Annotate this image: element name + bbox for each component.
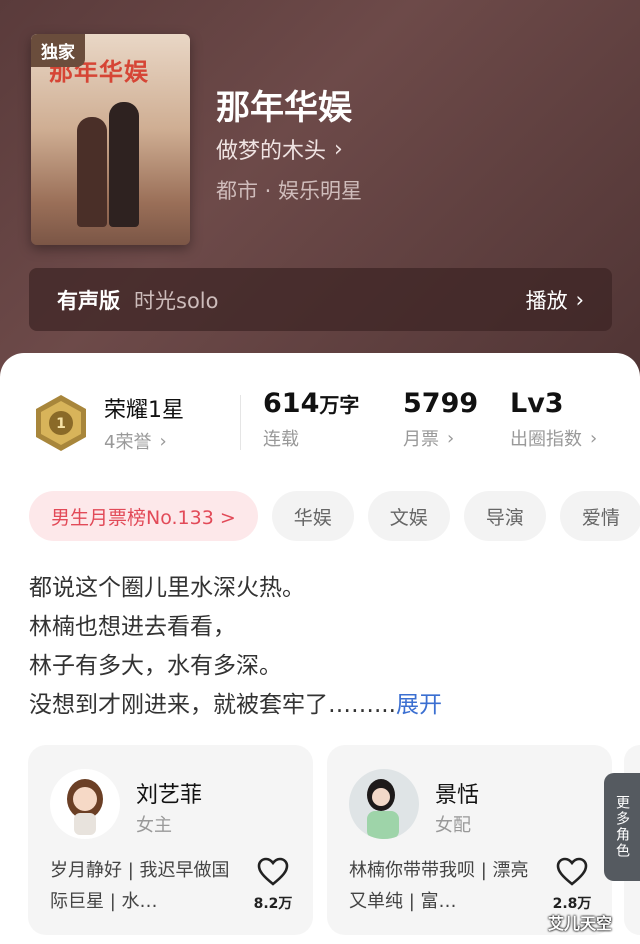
chevron-right-icon: › (447, 427, 455, 449)
watermark: 艾儿天空 (548, 914, 613, 933)
book-description: 都说这个圈儿里水深火热。 林楠也想进去看看， 林子有多大，水有多深。 没想到才刚… (29, 569, 442, 725)
popularity-level-value: Lv3 (510, 388, 564, 419)
rank-tag[interactable]: 男生月票榜No.133 > (29, 491, 258, 541)
more-roles-button[interactable]: 更多角色 (604, 773, 640, 881)
tag-row: 男生月票榜No.133 > 华娱 文娱 导演 爱情 (29, 491, 640, 541)
like-count: 8.2万 (253, 896, 293, 912)
heart-icon (556, 857, 588, 886)
description-line: 林子有多大，水有多深。 (29, 653, 282, 679)
avatar (50, 769, 120, 839)
author-link[interactable]: 做梦的木头 › (216, 133, 343, 165)
popularity-index-label: 出圈指数 (510, 429, 582, 450)
avatar (349, 769, 419, 839)
book-title: 那年华娱 (216, 88, 352, 128)
honor-title: 荣耀1星 (104, 398, 184, 423)
like-button[interactable]: 2.8万 (547, 857, 597, 913)
chevron-right-icon: › (590, 427, 598, 449)
chevron-right-icon: › (159, 430, 167, 452)
book-cover[interactable]: 那年华娱 独家 (31, 34, 190, 245)
exclusive-badge: 独家 (31, 34, 85, 67)
genre-label: 都市 · 娱乐明星 (216, 179, 363, 203)
description-line: 林楠也想进去看看， (29, 614, 236, 640)
svg-text:1: 1 (56, 416, 66, 432)
tag-chip[interactable]: 华娱 (271, 491, 354, 541)
popularity-index-stat[interactable]: Lv3 出圈指数 › (510, 388, 597, 451)
character-tags: 岁月静好 | 我迟早做国际巨星 | 水… (50, 860, 230, 912)
character-tags: 林楠你带带我呗 | 漂亮又单纯 | 富… (349, 860, 529, 912)
chevron-right-icon: › (575, 287, 584, 312)
character-card[interactable]: 景恬 女配 林楠你带带我呗 | 漂亮又单纯 | 富… 2.8万 (327, 745, 612, 935)
description-line: 没想到才刚进来，就被套牢了……... (29, 692, 396, 718)
divider (240, 395, 241, 450)
word-count-stat: 614万字 连载 (263, 388, 359, 451)
tag-chip[interactable]: 爱情 (559, 491, 640, 541)
honor-count: 4荣誉 (104, 432, 152, 453)
monthly-ticket-stat[interactable]: 5799 月票 › (403, 388, 478, 451)
play-label: 播放 (525, 288, 568, 313)
tag-chip[interactable]: 导演 (463, 491, 546, 541)
monthly-ticket-label: 月票 (403, 429, 439, 450)
heart-icon (257, 857, 289, 886)
audio-label: 有声版 (57, 288, 120, 313)
book-header: 那年华娱 独家 那年华娱 做梦的木头 › 都市 · 娱乐明星 有声版 时光sol… (0, 0, 640, 400)
chevron-right-icon: › (334, 136, 343, 162)
like-button[interactable]: 8.2万 (248, 857, 298, 913)
word-count-value: 614 (263, 388, 320, 419)
monthly-ticket-value: 5799 (403, 388, 479, 419)
honor-link[interactable]: 4荣誉 › (104, 428, 167, 454)
play-button[interactable]: 播放 › (526, 285, 584, 315)
tag-chip[interactable]: 文娱 (367, 491, 450, 541)
character-role: 女主 (136, 815, 172, 836)
audio-narrator: 时光solo (134, 288, 219, 313)
word-count-unit: 万字 (319, 393, 360, 417)
author-name: 做梦的木头 (216, 139, 327, 164)
cover-figure (77, 117, 107, 227)
description-line: 都说这个圈儿里水深火热。 (29, 575, 305, 601)
status-label: 连载 (263, 429, 299, 450)
honor-medal-icon: 1 (36, 395, 86, 451)
character-name: 景恬 (435, 783, 480, 808)
cover-figure (109, 102, 139, 227)
audio-version-bar[interactable]: 有声版 时光solo 播放 › (29, 268, 612, 331)
character-card[interactable]: 刘艺菲 女主 岁月静好 | 我迟早做国际巨星 | 水… 8.2万 (28, 745, 313, 935)
character-role: 女配 (435, 815, 471, 836)
expand-link[interactable]: 展开 (396, 692, 442, 718)
character-name: 刘艺菲 (136, 783, 203, 808)
